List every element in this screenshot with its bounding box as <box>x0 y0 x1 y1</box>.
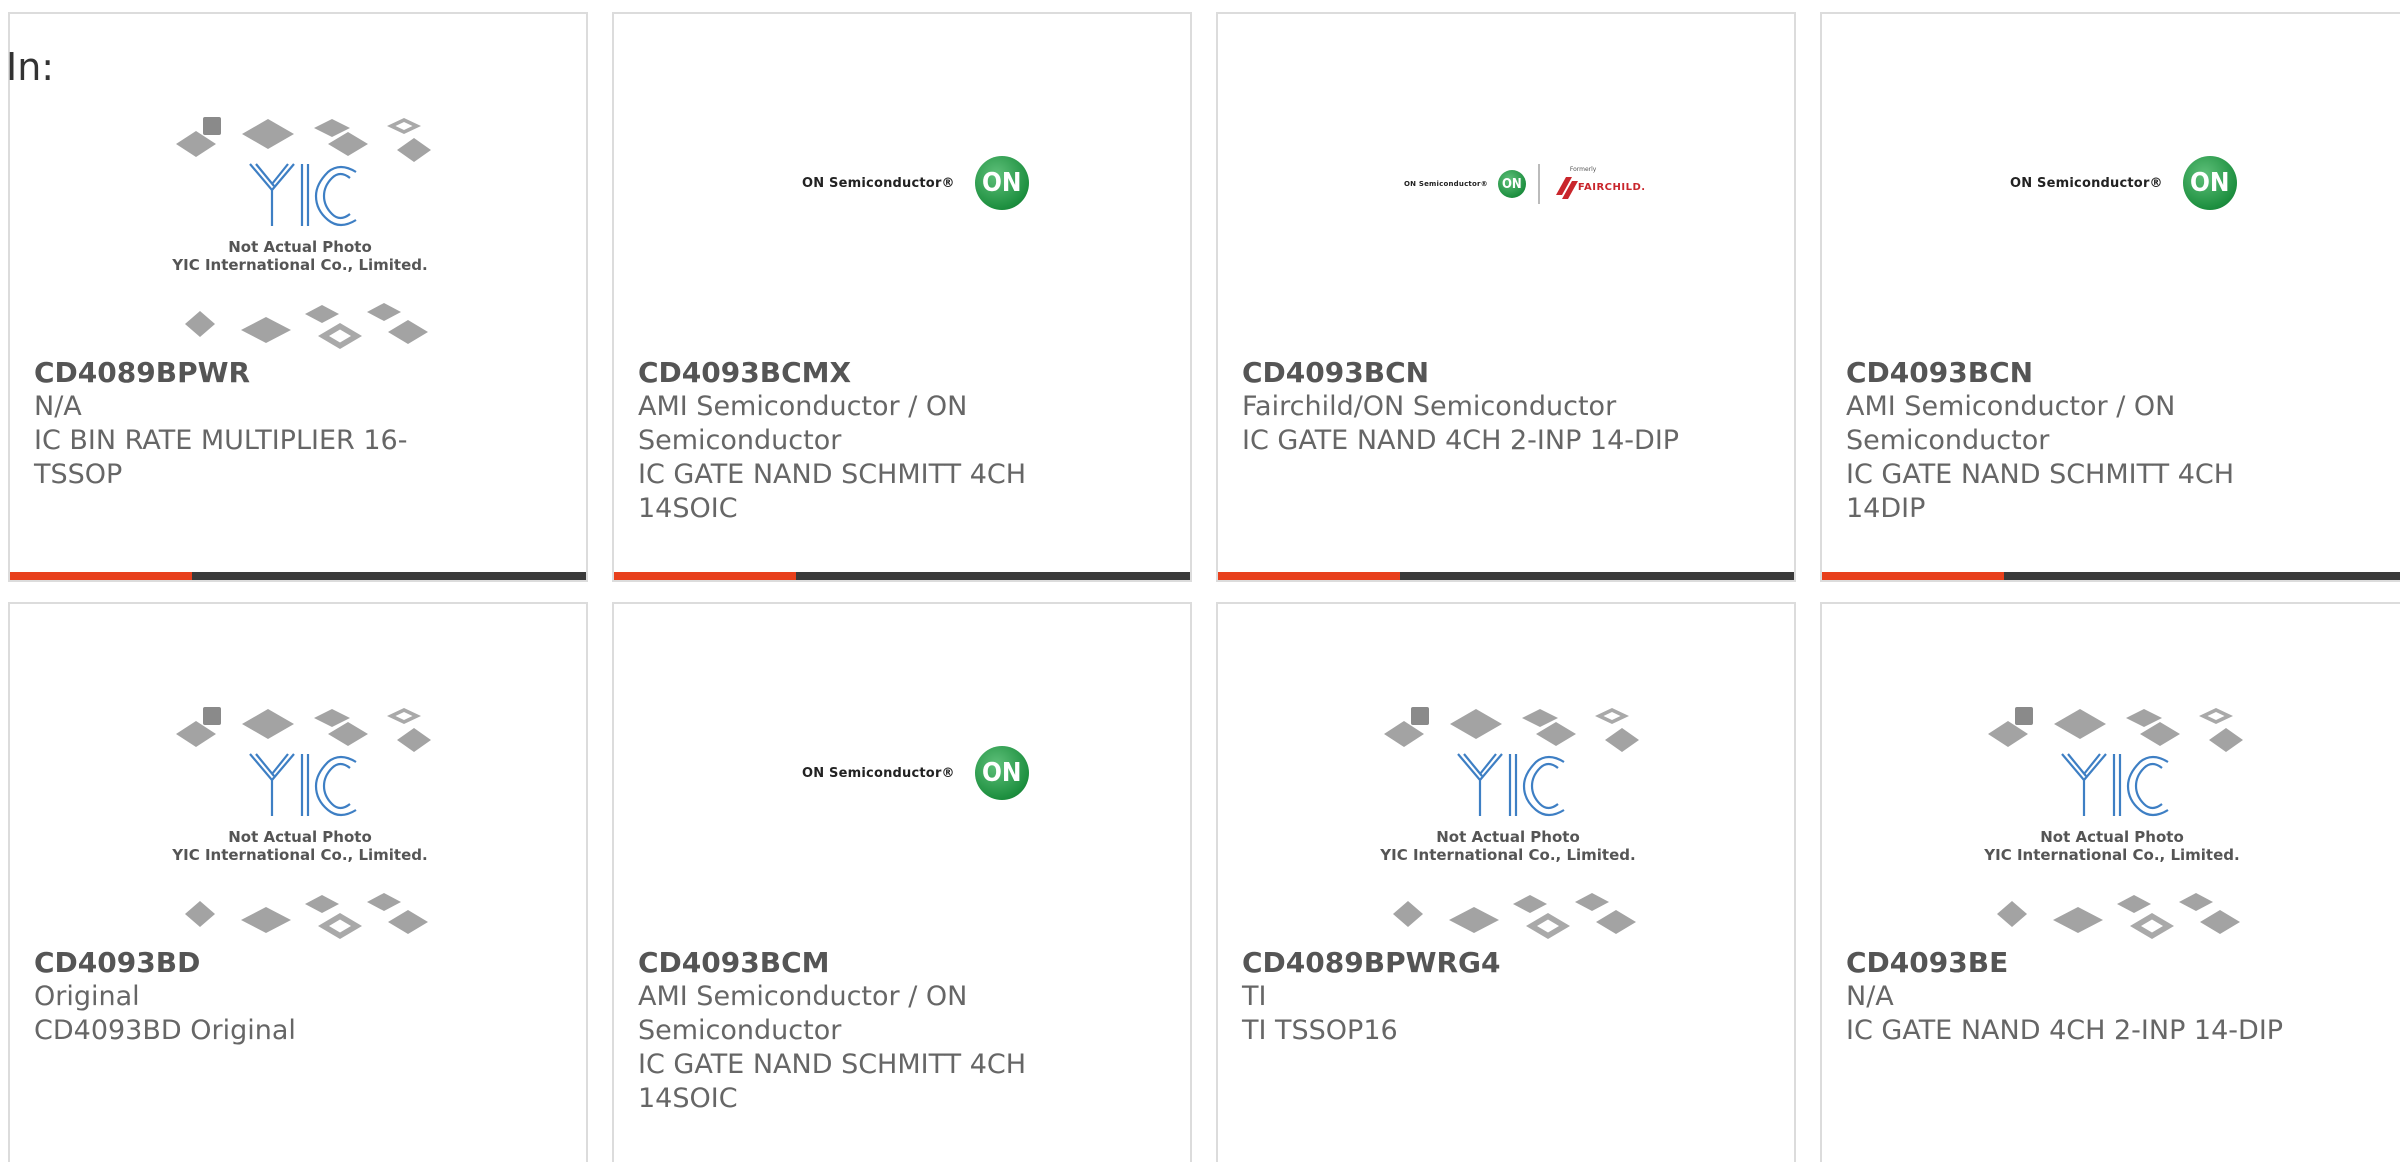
part-number[interactable]: CD4093BCN <box>1846 356 2380 390</box>
placeholder-caption: Not Actual Photo YIC International Co., L… <box>170 238 430 274</box>
product-card[interactable]: Not Actual Photo YIC International Co., L… <box>1216 602 1796 1162</box>
fairchild-logo: Formerly FAIRCHILD. <box>1552 166 1646 203</box>
manufacturer-cont: Semiconductor <box>638 425 842 456</box>
product-card[interactable]: ON Semiconductor® ON CD4093BCM AMI Semico… <box>612 602 1192 1162</box>
manufacturer: Fairchild/ON Semiconductor <box>1242 391 1617 422</box>
product-card[interactable]: Not Actual Photo YIC International Co., L… <box>1820 602 2400 1162</box>
part-number[interactable]: CD4089BPWRG4 <box>1242 946 1774 980</box>
placeholder-caption: Not Actual Photo YIC International Co., L… <box>1982 828 2242 864</box>
manufacturer: N/A <box>1846 981 1894 1012</box>
description-cont: 14DIP <box>1846 493 1926 524</box>
caption-line1: Not Actual Photo <box>2040 828 2184 846</box>
on-fairchild-logo: ON Semiconductor® ON Formerly FAIRCHILD. <box>1404 164 1646 204</box>
product-image[interactable]: Not Actual Photo YIC International Co., L… <box>1822 604 2400 949</box>
manufacturer: AMI Semiconductor / ON <box>638 391 968 422</box>
caption-line1: Not Actual Photo <box>228 238 372 256</box>
product-image[interactable]: ON Semiconductor® ON Formerly FAIRCHILD. <box>1218 14 1794 359</box>
card-accent-bar <box>1218 572 1794 580</box>
part-number[interactable]: CD4093BCN <box>1242 356 1774 390</box>
description: IC GATE NAND SCHMITT 4CH <box>1846 459 2235 490</box>
part-number[interactable]: CD4093BCM <box>638 946 1170 980</box>
part-number[interactable]: CD4089BPWR <box>34 356 566 390</box>
fairchild-text: FAIRCHILD. <box>1577 182 1646 193</box>
placeholder-caption: Not Actual Photo YIC International Co., L… <box>1378 828 1638 864</box>
formerly-text: Formerly <box>1569 165 1597 173</box>
manufacturer-cont: Semiconductor <box>638 1015 842 1046</box>
chip-packages-icon <box>176 117 431 349</box>
on-logo-icon: ON <box>2182 156 2237 210</box>
product-image[interactable]: ON Semiconductor® ON <box>614 14 1190 359</box>
product-image[interactable]: ON Semiconductor® ON <box>1822 14 2400 359</box>
manufacturer: Original <box>34 981 140 1012</box>
product-card[interactable]: ON Semiconductor® ON CD4093BCN AMI Semico… <box>1820 12 2400 582</box>
card-accent-bar <box>1822 572 2400 580</box>
description-cont: TSSOP <box>34 459 123 490</box>
part-number[interactable]: CD4093BD <box>34 946 566 980</box>
on-logo-icon: ON <box>974 156 1029 210</box>
card-accent-bar <box>10 572 586 580</box>
product-card[interactable]: ON Semiconductor® ON Formerly FAIRCHILD. CD… <box>1216 12 1796 582</box>
on-semi-text: ON Semiconductor® <box>1404 180 1488 188</box>
on-semi-logo: ON Semiconductor® ON <box>802 746 1029 800</box>
caption-line1: Not Actual Photo <box>228 828 372 846</box>
on-logo-icon: ON <box>974 746 1029 800</box>
chip-packages-icon <box>1988 707 2243 939</box>
manufacturer: TI <box>1242 981 1267 1012</box>
description-cont: 14SOIC <box>638 493 738 524</box>
caption-line2: YIC International Co., Limited. <box>1380 846 1636 864</box>
product-grid-page: In: Not Actual Photo YIC International Co… <box>0 0 2400 1162</box>
product-card[interactable]: ON Semiconductor® ON CD4093BCMX AMI Semic… <box>612 12 1192 582</box>
card-accent-bar <box>614 572 1190 580</box>
description: IC BIN RATE MULTIPLIER 16- <box>34 425 408 456</box>
fairchild-mark-icon <box>1555 176 1578 199</box>
caption-line2: YIC International Co., Limited. <box>172 256 428 274</box>
chip-packages-icon <box>1384 707 1639 939</box>
manufacturer: N/A <box>34 391 82 422</box>
on-semi-text: ON Semiconductor® <box>802 175 955 191</box>
description: IC GATE NAND SCHMITT 4CH <box>638 1049 1027 1080</box>
caption-line2: YIC International Co., Limited. <box>172 846 428 864</box>
on-semi-text: ON Semiconductor® <box>2010 175 2163 191</box>
manufacturer: AMI Semiconductor / ON <box>1846 391 2176 422</box>
manufacturer: AMI Semiconductor / ON <box>638 981 968 1012</box>
product-image[interactable]: Not Actual Photo YIC International Co., L… <box>10 604 586 949</box>
description: IC GATE NAND 4CH 2-INP 14-DIP <box>1846 1015 2284 1046</box>
product-card[interactable]: Not Actual Photo YIC International Co., L… <box>8 602 588 1162</box>
chip-packages-icon <box>176 707 431 939</box>
manufacturer-cont: Semiconductor <box>1846 425 2050 456</box>
caption-line2: YIC International Co., Limited. <box>1984 846 2240 864</box>
filter-label: In: <box>6 45 55 89</box>
product-image[interactable]: Not Actual Photo YIC International Co., L… <box>1218 604 1794 949</box>
description: IC GATE NAND SCHMITT 4CH <box>638 459 1027 490</box>
description: IC GATE NAND 4CH 2-INP 14-DIP <box>1242 425 1680 456</box>
description: TI TSSOP16 <box>1242 1015 1398 1046</box>
caption-line1: Not Actual Photo <box>1436 828 1580 846</box>
logo-divider <box>1537 164 1540 204</box>
description-cont: 14SOIC <box>638 1083 738 1114</box>
part-number[interactable]: CD4093BE <box>1846 946 2380 980</box>
description: CD4093BD Original <box>34 1015 296 1046</box>
on-semi-logo: ON Semiconductor® ON <box>2010 156 2237 210</box>
on-semi-text: ON Semiconductor® <box>802 765 955 781</box>
on-semi-logo: ON Semiconductor® ON <box>802 156 1029 210</box>
on-logo-icon: ON <box>1497 170 1526 198</box>
product-card[interactable]: Not Actual Photo YIC International Co., L… <box>8 12 588 582</box>
placeholder-caption: Not Actual Photo YIC International Co., L… <box>170 828 430 864</box>
product-image[interactable]: Not Actual Photo YIC International Co., L… <box>10 14 586 359</box>
product-image[interactable]: ON Semiconductor® ON <box>614 604 1190 949</box>
part-number[interactable]: CD4093BCMX <box>638 356 1170 390</box>
